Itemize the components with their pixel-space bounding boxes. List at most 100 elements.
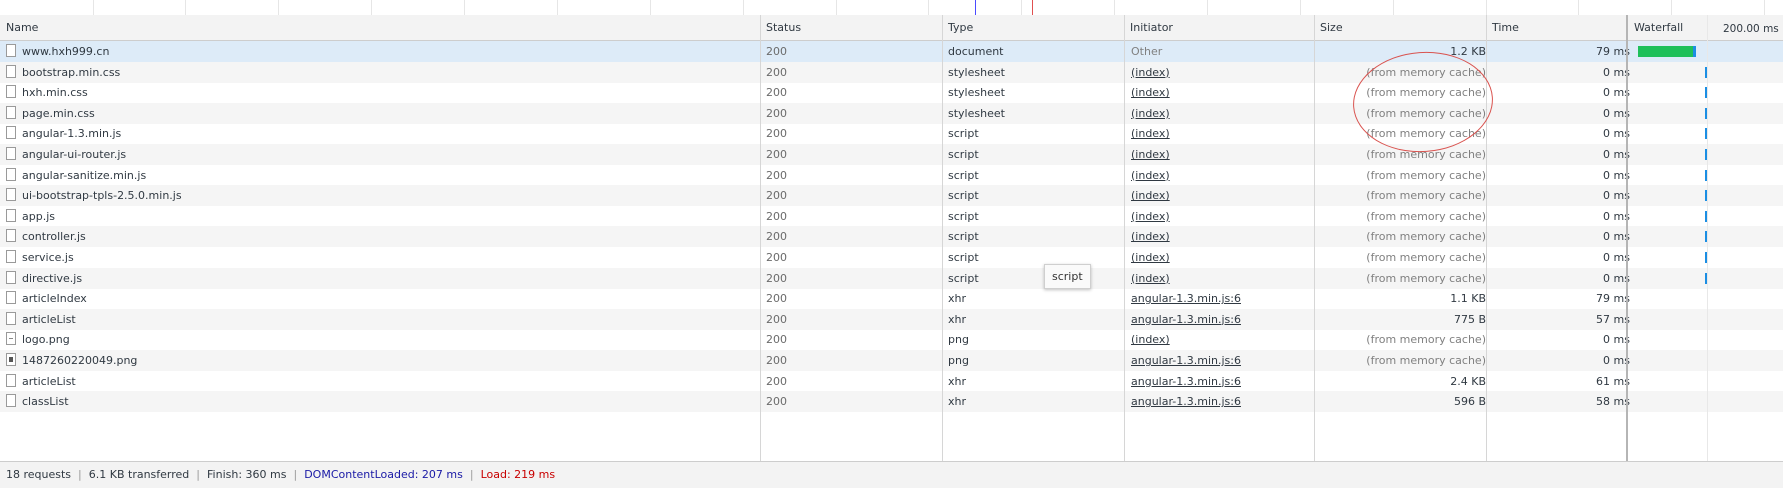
request-name-label: angular-1.3.min.js [22,127,122,141]
column-divider[interactable] [1124,15,1125,461]
header-size[interactable]: Size [1314,15,1490,40]
table-row[interactable]: ui-bootstrap-tpls-2.5.0.min.js 200 script (… [0,185,1783,207]
initiator-link[interactable]: (index) [1131,268,1311,289]
document-icon [6,188,16,202]
initiator-link[interactable]: (index) [1131,206,1311,227]
header-time[interactable]: Time [1486,15,1632,40]
header-name[interactable]: Name [0,15,756,40]
load-marker [1032,0,1033,15]
column-divider[interactable] [1626,15,1628,461]
request-name-label: articleList [22,312,76,326]
request-name[interactable]: angular-1.3.min.js [6,123,756,144]
table-row[interactable]: angular-ui-router.js 200 script (index) (fro… [0,144,1783,165]
initiator-link[interactable]: (index) [1131,123,1311,144]
column-divider[interactable] [1486,15,1487,461]
request-name[interactable]: service.js [6,247,756,268]
overview-gridline [557,0,558,15]
table-row[interactable]: classList 200 xhr angular-1.3.min.js:6 596 B… [0,391,1783,413]
table-row[interactable]: www.hxh999.cn 200 document Other 1.2 KB 79 ms [0,41,1783,62]
table-row[interactable]: logo.png 200 png (index) (from memory cache)… [0,329,1783,350]
header-type[interactable]: Type [942,15,1118,40]
request-time: 0 ms [1603,189,1630,203]
request-type: script [948,148,979,161]
request-status: 200 [766,189,787,203]
document-icon [6,373,16,387]
request-name[interactable]: angular-sanitize.min.js [6,165,756,186]
initiator-link[interactable]: (index) [1131,247,1311,268]
request-name[interactable]: articleList [6,371,756,392]
overview-gridline [1207,0,1208,15]
initiator-link[interactable]: (index) [1131,329,1311,350]
column-divider[interactable] [760,15,761,461]
overview-gridline [1114,0,1115,15]
request-name[interactable]: app.js [6,206,756,227]
table-row[interactable]: hxh.min.css 200 stylesheet (index) (from mem… [0,82,1783,103]
request-name[interactable]: articleIndex [6,288,756,309]
header-status[interactable]: Status [760,15,936,40]
initiator-link[interactable]: angular-1.3.min.js:6 [1131,391,1311,412]
table-row[interactable]: bootstrap.min.css 200 stylesheet (index) (fr… [0,61,1783,83]
header-waterfall[interactable]: Waterfall [1628,15,1714,40]
initiator-link[interactable]: (index) [1131,82,1311,103]
initiator-link[interactable]: angular-1.3.min.js:6 [1131,288,1311,309]
request-type: stylesheet [948,86,1005,100]
waterfall-bar [1638,46,1696,57]
request-name[interactable]: controller.js [6,226,756,247]
request-size: (from memory cache) [1366,209,1486,223]
overview-gridline [1486,0,1487,15]
request-name[interactable]: 1487260220049.png [6,350,756,371]
request-name[interactable]: articleList [6,309,756,330]
table-row[interactable]: app.js 200 script (index) (from memory cache… [0,206,1783,227]
column-divider[interactable] [1314,15,1315,461]
overview-gridline [1764,0,1765,15]
request-type: script [948,127,979,141]
table-row[interactable]: 1487260220049.png 200 png angular-1.3.min.j… [0,350,1783,371]
table-row[interactable]: page.min.css 200 stylesheet (index) (from me… [0,102,1783,124]
initiator-link[interactable]: (index) [1131,144,1311,165]
request-time: 79 ms [1596,292,1630,306]
request-name[interactable]: angular-ui-router.js [6,144,756,165]
request-time: 0 ms [1603,230,1630,244]
table-row[interactable]: angular-sanitize.min.js 200 script (index) (… [0,165,1783,186]
table-row[interactable]: articleIndex 200 xhr angular-1.3.min.js:6 1.… [0,288,1783,309]
overview-gridline [185,0,186,15]
initiator-link[interactable]: angular-1.3.min.js:6 [1131,371,1311,392]
request-name[interactable]: hxh.min.css [6,82,756,103]
initiator-link[interactable]: (index) [1131,62,1311,83]
request-status: 200 [766,354,787,367]
table-row[interactable]: angular-1.3.min.js 200 script (index) (from … [0,123,1783,144]
initiator-link[interactable]: angular-1.3.min.js:6 [1131,350,1311,371]
request-name[interactable]: ui-bootstrap-tpls-2.5.0.min.js [6,185,756,206]
request-name[interactable]: directive.js [6,268,756,289]
table-row[interactable]: articleList 200 xhr angular-1.3.min.js:6 775… [0,308,1783,330]
request-name-label: articleList [22,374,76,388]
request-name[interactable]: www.hxh999.cn [6,41,756,62]
image-icon [6,353,16,366]
table-row[interactable]: articleList 200 xhr angular-1.3.min.js:6 2.4… [0,371,1783,392]
table-row[interactable]: controller.js 200 script (index) (from memor… [0,226,1783,248]
request-time: 0 ms [1603,127,1630,141]
initiator-link[interactable]: (index) [1131,226,1311,247]
initiator-link[interactable]: (index) [1131,103,1311,124]
request-name[interactable]: bootstrap.min.css [6,62,756,83]
overview-timeline[interactable] [0,0,1783,16]
header-initiator[interactable]: Initiator [1124,15,1310,40]
request-status: 200 [766,106,787,120]
request-name-label: articleIndex [22,292,87,306]
initiator-link[interactable]: (index) [1131,185,1311,206]
waterfall-gridline [1707,15,1708,461]
initiator-link[interactable]: angular-1.3.min.js:6 [1131,309,1311,330]
request-time: 0 ms [1603,333,1630,347]
request-time: 58 ms [1596,395,1630,409]
request-name-label: angular-ui-router.js [22,148,127,161]
request-name[interactable]: logo.png [6,329,756,350]
initiator-link[interactable]: (index) [1131,165,1311,186]
request-name[interactable]: classList [6,391,756,412]
document-icon [6,291,16,305]
request-name[interactable]: page.min.css [6,103,756,124]
document-icon [6,105,16,119]
request-size: (from memory cache) [1366,354,1486,367]
table-row[interactable]: directive.js 200 script (index) (from memory… [0,267,1783,289]
table-row[interactable]: service.js 200 script (index) (from memory c… [0,247,1783,268]
column-divider[interactable] [942,15,943,461]
